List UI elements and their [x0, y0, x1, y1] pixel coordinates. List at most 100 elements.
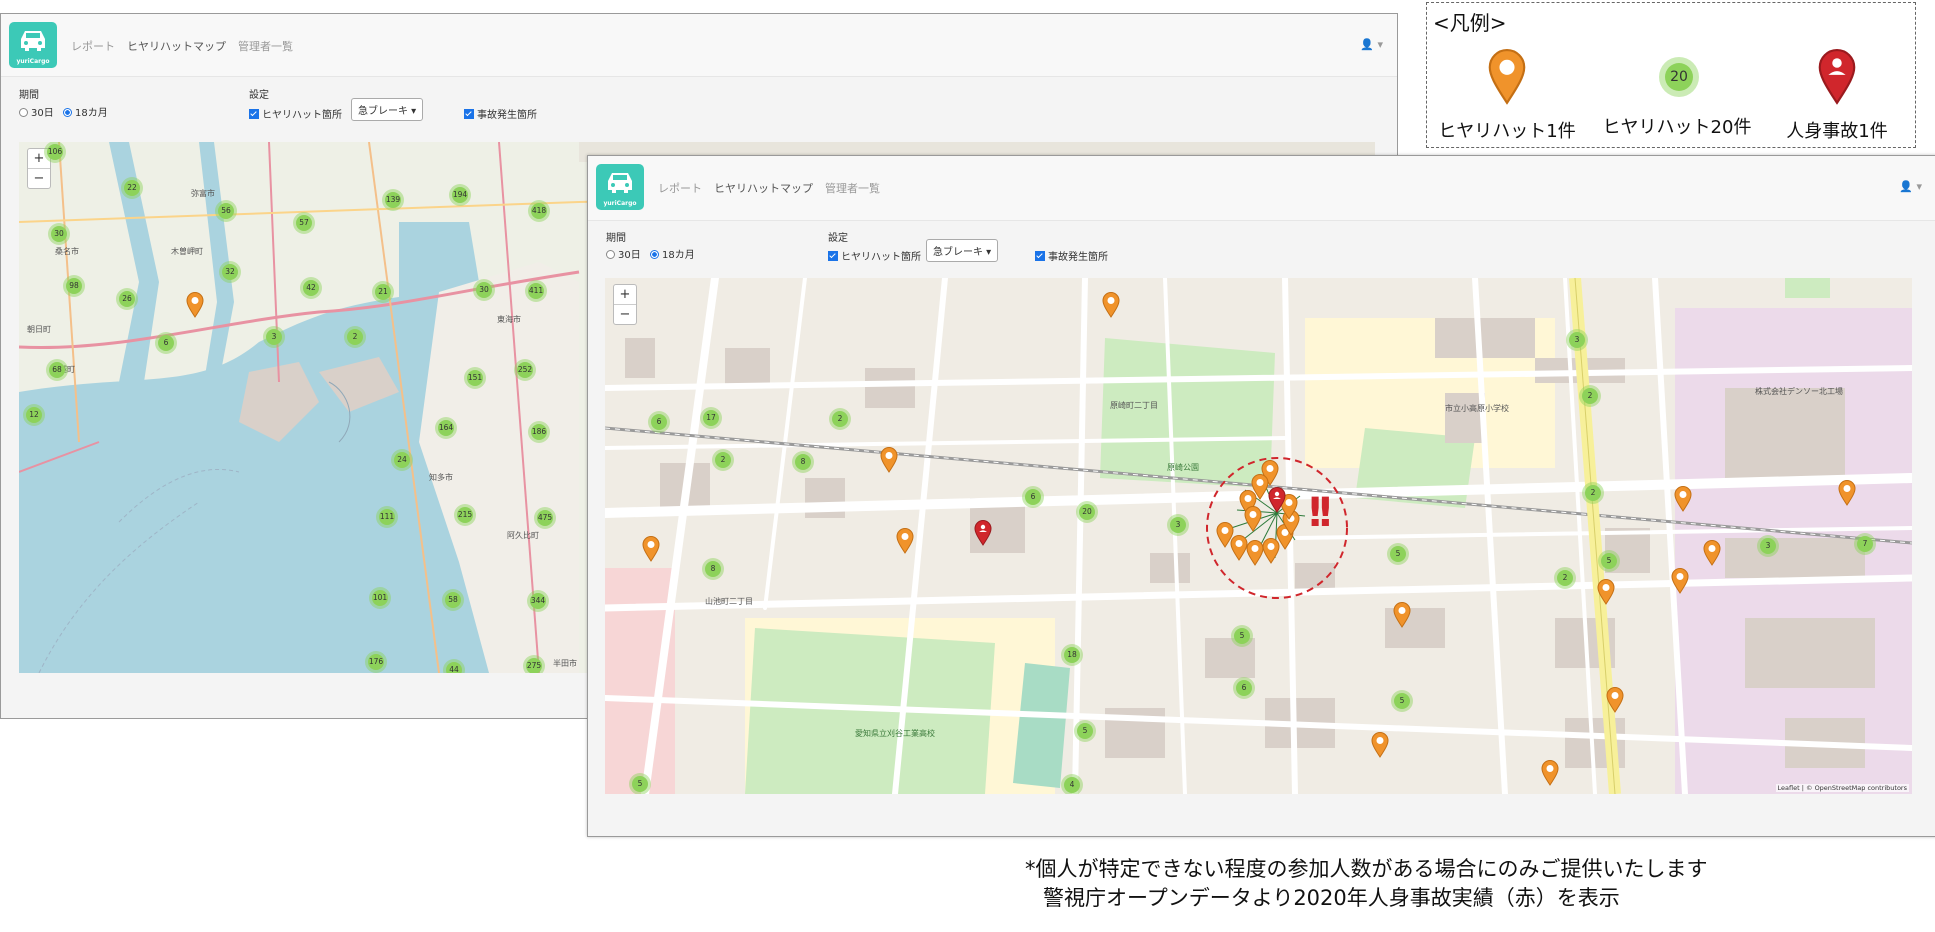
- nearmiss-type-select[interactable]: 急ブレーキ ▾: [926, 239, 999, 262]
- cluster-marker[interactable]: 26: [116, 288, 138, 310]
- cluster-marker[interactable]: 176: [365, 651, 387, 673]
- cluster-marker[interactable]: 42: [300, 277, 322, 299]
- nearmiss-checkbox[interactable]: ヒヤリハット箇所: [249, 106, 342, 121]
- radio-icon[interactable]: [650, 250, 659, 259]
- cluster-marker[interactable]: 2: [1579, 385, 1601, 407]
- cluster-marker[interactable]: 6: [648, 411, 670, 433]
- cluster-marker[interactable]: 101: [369, 587, 391, 609]
- cluster-marker[interactable]: 5: [1231, 625, 1253, 647]
- cluster-marker[interactable]: 275: [523, 655, 545, 673]
- checkbox-icon[interactable]: [464, 109, 474, 119]
- detail-zoom-control[interactable]: + −: [613, 284, 637, 325]
- cluster-marker[interactable]: 475: [534, 507, 556, 529]
- nearmiss-pin-icon[interactable]: [1703, 540, 1721, 566]
- nearmiss-pin-icon[interactable]: [1674, 486, 1692, 512]
- nearmiss-pin-icon[interactable]: [896, 528, 914, 554]
- cluster-marker[interactable]: 2: [1582, 482, 1604, 504]
- nav-nearmiss-map[interactable]: ヒヤリハットマップ: [714, 180, 813, 196]
- cluster-marker[interactable]: 6: [1233, 677, 1255, 699]
- cluster-marker[interactable]: 3: [1566, 329, 1588, 351]
- nav-nearmiss-map[interactable]: ヒヤリハットマップ: [127, 38, 226, 54]
- nearmiss-pin-icon[interactable]: [1597, 579, 1615, 605]
- cluster-marker[interactable]: 20: [1076, 501, 1098, 523]
- cluster-marker[interactable]: 2: [829, 408, 851, 430]
- nearmiss-pin-icon[interactable]: [642, 536, 660, 562]
- cluster-marker[interactable]: 151: [464, 367, 486, 389]
- cluster-marker[interactable]: 6: [1022, 486, 1044, 508]
- cluster-marker[interactable]: 56: [215, 200, 237, 222]
- accident-pin-icon[interactable]: [1268, 487, 1286, 513]
- nearmiss-pin-icon[interactable]: [1371, 732, 1389, 758]
- cluster-marker[interactable]: 164: [435, 417, 457, 439]
- cluster-marker[interactable]: 344: [527, 590, 549, 612]
- accident-checkbox[interactable]: 事故発生箇所: [1035, 248, 1108, 263]
- cluster-marker[interactable]: 5: [1387, 543, 1409, 565]
- nearmiss-pin-icon[interactable]: [1671, 568, 1689, 594]
- cluster-marker[interactable]: 3: [1757, 535, 1779, 557]
- user-menu[interactable]: 👤 ▾: [1360, 38, 1383, 51]
- nearmiss-pin-icon[interactable]: [1541, 760, 1559, 786]
- user-menu[interactable]: 👤 ▾: [1899, 180, 1922, 193]
- period-radio-30d[interactable]: 30日: [19, 104, 54, 119]
- accident-pin-icon[interactable]: [974, 520, 992, 546]
- cluster-marker[interactable]: 5: [629, 773, 651, 794]
- cluster-marker[interactable]: 411: [525, 280, 547, 302]
- nearmiss-pin-icon[interactable]: [1244, 506, 1262, 532]
- cluster-marker[interactable]: 6: [155, 332, 177, 354]
- cluster-marker[interactable]: 5: [1074, 720, 1096, 742]
- cluster-marker[interactable]: 7: [1854, 533, 1876, 555]
- cluster-marker[interactable]: 2: [1554, 567, 1576, 589]
- cluster-marker[interactable]: 58: [442, 589, 464, 611]
- cluster-marker[interactable]: 21: [372, 281, 394, 303]
- checkbox-icon[interactable]: [249, 109, 259, 119]
- cluster-marker[interactable]: 5: [1598, 550, 1620, 572]
- cluster-marker[interactable]: 24: [391, 449, 413, 471]
- nearmiss-pin-icon[interactable]: [186, 292, 204, 318]
- cluster-marker[interactable]: 18: [1061, 644, 1083, 666]
- cluster-marker[interactable]: 30: [473, 279, 495, 301]
- cluster-marker[interactable]: 30: [48, 223, 70, 245]
- cluster-marker[interactable]: 111: [376, 506, 398, 528]
- accident-checkbox[interactable]: 事故発生箇所: [464, 106, 537, 121]
- radio-icon[interactable]: [606, 250, 615, 259]
- zoom-out-button[interactable]: −: [28, 169, 50, 188]
- checkbox-icon[interactable]: [828, 251, 838, 261]
- radio-icon[interactable]: [19, 108, 28, 117]
- zoom-out-button[interactable]: −: [614, 305, 636, 324]
- cluster-marker[interactable]: 2: [712, 449, 734, 471]
- nearmiss-pin-icon[interactable]: [1606, 687, 1624, 713]
- nearmiss-checkbox[interactable]: ヒヤリハット箇所: [828, 248, 921, 263]
- nearmiss-type-select[interactable]: 急ブレーキ ▾: [351, 98, 424, 121]
- cluster-marker[interactable]: 194: [449, 184, 471, 206]
- cluster-marker[interactable]: 22: [121, 177, 143, 199]
- period-radio-30d[interactable]: 30日: [606, 246, 641, 261]
- detail-map[interactable]: + − 原崎町二丁目 市立小高原小学校 原崎公園 株式会社デンソー北工場 愛知県…: [605, 278, 1912, 794]
- cluster-marker[interactable]: 32: [219, 261, 241, 283]
- checkbox-icon[interactable]: [1035, 251, 1045, 261]
- zoom-in-button[interactable]: +: [614, 285, 636, 305]
- map-attribution[interactable]: Leaflet | © OpenStreetMap contributors: [1775, 784, 1909, 792]
- nav-admin-list[interactable]: 管理者一覧: [238, 38, 293, 54]
- nav-report[interactable]: レポート: [658, 180, 702, 196]
- period-radio-18m[interactable]: 18カ月: [650, 246, 695, 261]
- cluster-marker[interactable]: 106: [44, 142, 66, 163]
- app-logo[interactable]: yuriCargo: [596, 164, 644, 210]
- cluster-marker[interactable]: 139: [382, 189, 404, 211]
- cluster-marker[interactable]: 12: [23, 404, 45, 426]
- cluster-marker[interactable]: 8: [792, 451, 814, 473]
- cluster-marker[interactable]: 3: [263, 326, 285, 348]
- nav-report[interactable]: レポート: [71, 38, 115, 54]
- nearmiss-pin-icon[interactable]: [880, 447, 898, 473]
- nearmiss-pin-icon[interactable]: [1838, 480, 1856, 506]
- cluster-marker[interactable]: 68: [46, 359, 68, 381]
- cluster-marker[interactable]: 215: [454, 504, 476, 526]
- cluster-marker[interactable]: 418: [528, 200, 550, 222]
- cluster-marker[interactable]: 17: [700, 407, 722, 429]
- radio-icon[interactable]: [63, 108, 72, 117]
- nav-admin-list[interactable]: 管理者一覧: [825, 180, 880, 196]
- cluster-marker[interactable]: 186: [528, 421, 550, 443]
- cluster-marker[interactable]: 2: [344, 326, 366, 348]
- period-radio-18m[interactable]: 18カ月: [63, 104, 108, 119]
- nearmiss-pin-icon[interactable]: [1102, 292, 1120, 318]
- cluster-marker[interactable]: 8: [702, 558, 724, 580]
